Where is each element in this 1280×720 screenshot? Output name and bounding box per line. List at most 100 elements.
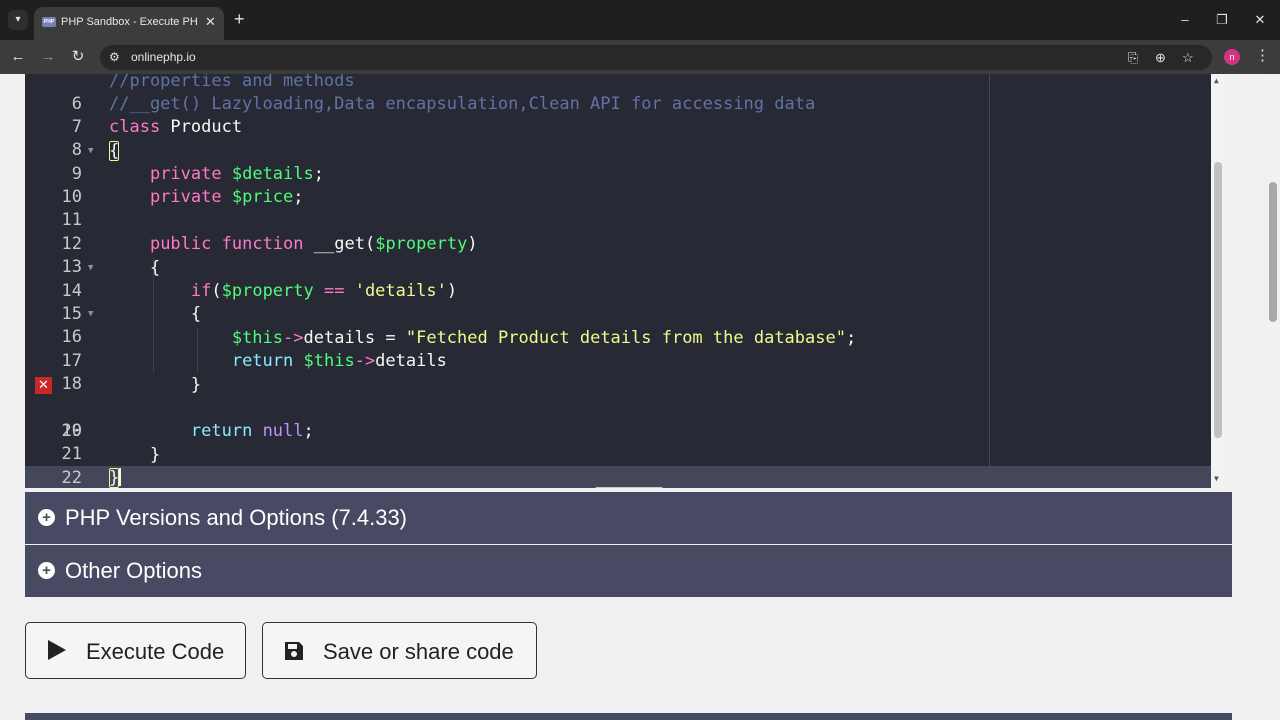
code-punct: )	[446, 281, 458, 301]
code-variable: $this	[231, 328, 284, 348]
code-punct: ;	[845, 328, 857, 348]
code-variable: $property	[375, 234, 468, 254]
site-info-tune-icon[interactable]: ⚙	[109, 50, 120, 65]
code-punct: (	[211, 281, 222, 301]
code-property: details	[375, 351, 447, 371]
footer-bar	[25, 713, 1232, 720]
code-property: details =	[303, 328, 406, 348]
plus-circle-icon: +	[38, 562, 55, 579]
code-punct: (	[364, 234, 376, 254]
browser-menu-icon[interactable]: ⋮	[1255, 46, 1270, 66]
code-line-active: 23 }	[25, 467, 1211, 488]
php-versions-accordion[interactable]: + PHP Versions and Options (7.4.33)	[25, 492, 1232, 544]
code-keyword: public	[149, 234, 212, 254]
code-editor[interactable]: 6 //properties and methods 7 //__get() L…	[25, 74, 1225, 488]
editor-vertical-scrollbar[interactable]: ▲ ▼	[1211, 74, 1225, 488]
scroll-up-arrow-icon[interactable]: ▲	[1214, 76, 1219, 85]
code-line: 15 if($property == 'details')	[25, 280, 1211, 324]
editor-scroll-thumb[interactable]	[1214, 162, 1222, 438]
url-text[interactable]: onlinephp.io	[131, 50, 196, 65]
code-line: 10 private $details;	[25, 163, 1211, 207]
tab-search-chevron-icon[interactable]: ▾	[8, 10, 28, 30]
code-brace: }	[190, 375, 202, 395]
plus-circle-icon: +	[38, 509, 55, 526]
code-line: 6 //properties and methods	[25, 74, 1211, 114]
floppy-disk-icon	[285, 642, 303, 660]
code-line: 9 ▼ {	[25, 140, 1211, 184]
code-line: 17 $this->details = "Fetched Product det…	[25, 327, 1211, 371]
code-line: 7 //__get() Lazyloading,Data encapsulati…	[25, 93, 1211, 137]
code-line: 8 class Product	[25, 116, 1211, 160]
fold-arrow-icon[interactable]: ▼	[88, 257, 93, 280]
code-constant: null	[262, 421, 304, 441]
browser-toolbar: ← → ↻ ⚙ onlinephp.io ⎘ ⊕ ☆ n ⋮	[0, 40, 1280, 74]
code-keyword: return	[190, 421, 253, 441]
install-app-icon[interactable]: ⎘	[1128, 49, 1138, 66]
tab-title: PHP Sandbox - Execute PHP co	[61, 16, 197, 28]
new-tab-plus-icon[interactable]: +	[234, 9, 245, 29]
code-line: 11 private $price;	[25, 186, 1211, 230]
code-operator: ==	[313, 281, 355, 301]
code-punct: ;	[313, 164, 324, 184]
zoom-icon[interactable]: ⊕	[1155, 49, 1166, 66]
play-icon	[48, 640, 66, 660]
fold-arrow-icon[interactable]: ▼	[88, 303, 93, 326]
page-vertical-scrollbar[interactable]	[1266, 74, 1280, 720]
code-line: 18 return $this->details	[25, 350, 1211, 394]
forward-arrow-icon[interactable]: →	[38, 47, 58, 67]
code-punct: )	[467, 234, 478, 254]
code-line: 12	[25, 210, 1211, 254]
bookmark-star-icon[interactable]: ☆	[1182, 49, 1194, 66]
page-scroll-thumb[interactable]	[1269, 182, 1277, 322]
tab-close-icon[interactable]: ✕	[205, 14, 216, 30]
save-share-button[interactable]: Save or share code	[262, 622, 537, 679]
browser-tab-active[interactable]: PHP PHP Sandbox - Execute PHP co ✕	[34, 7, 224, 40]
code-keyword: if	[190, 281, 212, 301]
profile-avatar[interactable]: n	[1224, 49, 1240, 65]
window-close-icon[interactable]: ✕	[1250, 10, 1270, 30]
code-variable: $price	[231, 187, 294, 207]
execute-code-button[interactable]: Execute Code	[25, 622, 246, 679]
code-line: 13 public function __get($property)	[25, 233, 1211, 277]
editor-resize-handle[interactable]	[595, 487, 663, 488]
fold-arrow-icon[interactable]: ▼	[88, 140, 93, 163]
code-brace: {	[149, 258, 161, 278]
code-line: 22 }	[25, 444, 1211, 488]
code-line: 14 ▼ {	[25, 257, 1211, 301]
code-keyword: function	[221, 234, 304, 254]
code-function-name: __get	[313, 234, 365, 254]
code-brace: }	[149, 445, 161, 465]
code-variable: $details	[231, 164, 314, 184]
error-x-icon[interactable]: ✕	[35, 377, 52, 394]
code-line: 16 ▼ {	[25, 303, 1211, 347]
code-comment: //__get() Lazyloading,Data encapsulation…	[109, 94, 816, 114]
text-cursor	[119, 468, 122, 486]
code-operator: ->	[283, 328, 304, 348]
window-minimize-icon[interactable]: –	[1175, 10, 1195, 30]
execute-code-label: Execute Code	[86, 639, 225, 664]
code-punct: ;	[303, 421, 314, 441]
code-variable: $this	[303, 351, 355, 371]
php-favicon-icon: PHP	[42, 17, 56, 27]
save-share-label: Save or share code	[323, 639, 514, 664]
address-bar[interactable]: ⚙ onlinephp.io ⎘ ⊕ ☆	[100, 45, 1212, 70]
window-restore-icon[interactable]: ❐	[1212, 10, 1232, 30]
reload-icon[interactable]: ↻	[68, 47, 88, 67]
code-brace-matched: }	[109, 468, 120, 488]
code-string: "Fetched Product details from the databa…	[405, 328, 846, 348]
code-brace: {	[190, 304, 202, 324]
code-line: 20	[25, 397, 1211, 441]
php-versions-label: PHP Versions and Options (7.4.33)	[65, 505, 408, 530]
back-arrow-icon[interactable]: ←	[8, 47, 28, 67]
code-operator: ->	[354, 351, 376, 371]
browser-tab-bar: ▾ PHP PHP Sandbox - Execute PHP co ✕ + –…	[0, 0, 1280, 40]
code-keyword: class	[109, 117, 161, 137]
code-line: 21 return null;	[25, 420, 1211, 464]
other-options-label: Other Options	[65, 558, 202, 583]
editor-code-area[interactable]: 6 //properties and methods 7 //__get() L…	[25, 74, 1225, 488]
code-keyword: private	[149, 164, 222, 184]
code-keyword: private	[149, 187, 222, 207]
code-variable: $property	[221, 281, 314, 301]
scroll-down-arrow-icon[interactable]: ▼	[1214, 474, 1219, 483]
other-options-accordion[interactable]: + Other Options	[25, 545, 1232, 597]
